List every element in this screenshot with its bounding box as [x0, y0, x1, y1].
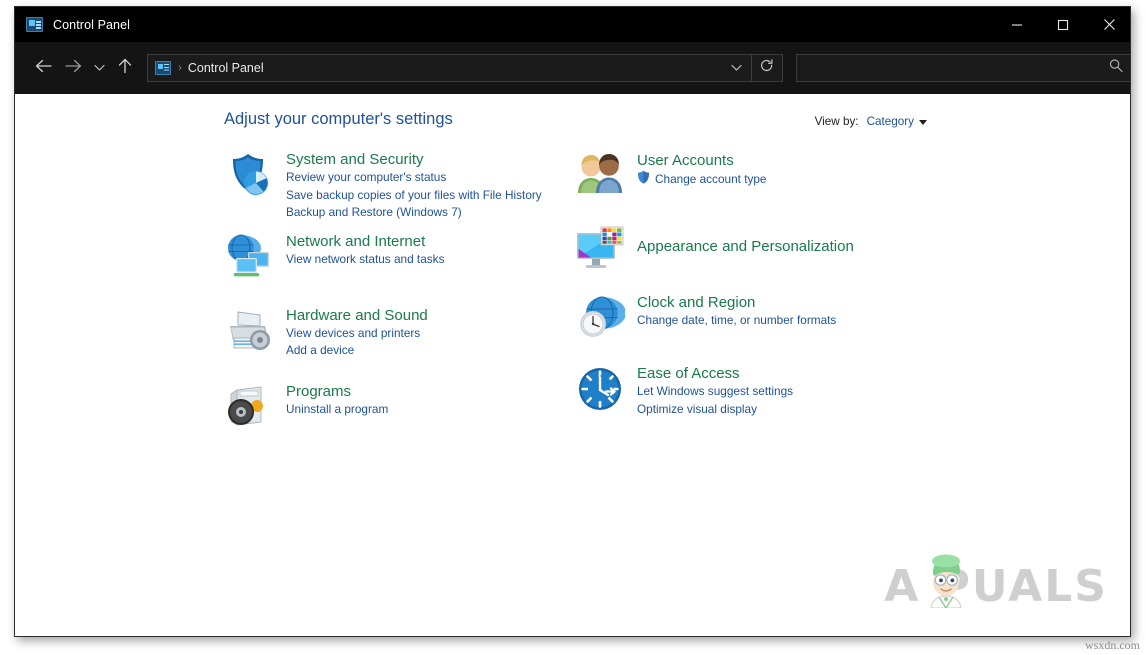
category-title[interactable]: Appearance and Personalization: [637, 223, 935, 271]
control-panel-window: Control Panel › Control Panel Adjust you…: [14, 6, 1131, 637]
back-arrow-icon: [35, 59, 52, 78]
view-by-selected: Category: [866, 115, 914, 128]
recent-locations-button[interactable]: [89, 53, 111, 83]
close-button[interactable]: [1086, 7, 1130, 42]
category-links: View devices and printers Add a device: [286, 325, 564, 360]
search-icon: [1109, 59, 1123, 78]
forward-button[interactable]: [59, 53, 89, 83]
control-panel-icon: [155, 61, 172, 75]
category-programs[interactable]: Programs Uninstall a program: [224, 382, 564, 434]
refresh-icon: [760, 58, 774, 78]
chevron-down-icon: [94, 59, 105, 77]
printer-speaker-icon: [224, 306, 274, 356]
page-title: Adjust your computer's settings: [224, 110, 453, 128]
search-input[interactable]: [805, 61, 1106, 75]
window-controls: [994, 7, 1130, 42]
category-title[interactable]: Network and Internet: [286, 232, 564, 251]
two-people-icon: [575, 151, 625, 201]
category-link[interactable]: Review your computer's status: [286, 169, 564, 187]
category-link[interactable]: Optimize visual display: [637, 401, 935, 419]
category-link[interactable]: Let Windows suggest settings: [637, 383, 935, 401]
minimize-button[interactable]: [994, 7, 1040, 42]
mascot-icon: [920, 552, 972, 610]
category-link[interactable]: Save backup copies of your files with Fi…: [286, 187, 564, 205]
category-title[interactable]: User Accounts: [637, 151, 935, 170]
close-icon: [1103, 18, 1116, 31]
maximize-button[interactable]: [1040, 7, 1086, 42]
category-ease-of-access[interactable]: Ease of Access Let Windows suggest setti…: [575, 364, 935, 418]
breadcrumb-separator: ›: [178, 62, 182, 74]
category-links: Review your computer's status Save backu…: [286, 169, 564, 222]
left-column: System and Security Review your computer…: [224, 150, 564, 434]
address-dropdown-button[interactable]: [722, 55, 753, 81]
category-links: View network status and tasks: [286, 251, 564, 269]
uac-shield-icon: [637, 170, 650, 190]
category-link[interactable]: Backup and Restore (Windows 7): [286, 204, 564, 222]
search-box[interactable]: [796, 54, 1130, 82]
minimize-icon: [1011, 19, 1023, 31]
ease-of-access-icon: [575, 364, 625, 414]
category-link[interactable]: Change date, time, or number formats: [637, 312, 935, 330]
monitor-palette-icon: [575, 223, 625, 273]
refresh-button[interactable]: [752, 55, 782, 81]
category-clock-and-region[interactable]: Clock and Region Change date, time, or n…: [575, 293, 935, 345]
caret-down-icon: [919, 119, 927, 125]
category-link[interactable]: View devices and printers: [286, 325, 564, 343]
category-title[interactable]: Ease of Access: [637, 364, 935, 383]
up-button[interactable]: [110, 53, 140, 83]
category-system-and-security[interactable]: System and Security Review your computer…: [224, 150, 564, 222]
category-link[interactable]: Uninstall a program: [286, 401, 564, 419]
category-title[interactable]: Hardware and Sound: [286, 306, 564, 325]
category-links: Change date, time, or number formats: [637, 312, 935, 330]
maximize-icon: [1057, 19, 1069, 31]
right-column: User Accounts Change account type Appear…: [575, 151, 935, 418]
site-watermark: wsxdn.com: [1085, 638, 1140, 652]
control-panel-icon: [26, 17, 43, 32]
content-area: Adjust your computer's settings View by:…: [15, 94, 1130, 636]
globe-monitors-icon: [224, 232, 274, 282]
category-title[interactable]: Programs: [286, 382, 564, 401]
category-network-and-internet[interactable]: Network and Internet View network status…: [224, 232, 564, 284]
category-title[interactable]: Clock and Region: [637, 293, 935, 312]
category-link[interactable]: Add a device: [286, 342, 564, 360]
watermark-text: A PUALS: [884, 561, 1108, 612]
category-link[interactable]: View network status and tasks: [286, 251, 564, 269]
chevron-down-icon: [731, 59, 742, 77]
screenshot-root: Control Panel › Control Panel Adjust you…: [0, 0, 1146, 655]
globe-clock-icon: [575, 293, 626, 343]
watermark: A PUALS: [884, 554, 1108, 612]
address-bar-row: › Control Panel: [15, 42, 1130, 94]
window-title: Control Panel: [53, 17, 131, 32]
address-bar-actions: [722, 55, 782, 81]
category-links: Uninstall a program: [286, 401, 564, 419]
category-links: Change account type: [637, 170, 935, 190]
category-hardware-and-sound[interactable]: Hardware and Sound View devices and prin…: [224, 306, 564, 360]
shield-chart-icon: [224, 150, 274, 200]
category-link-row[interactable]: Change account type: [637, 170, 935, 190]
view-by-value[interactable]: Category: [867, 115, 927, 128]
category-links: Let Windows suggest settings Optimize vi…: [637, 383, 935, 418]
category-user-accounts[interactable]: User Accounts Change account type: [575, 151, 935, 203]
category-appearance-and-personalization[interactable]: Appearance and Personalization: [575, 223, 935, 275]
back-button[interactable]: [29, 53, 59, 83]
address-bar[interactable]: › Control Panel: [147, 54, 784, 82]
title-bar: Control Panel: [15, 7, 1130, 42]
programs-disc-icon: [224, 382, 274, 432]
view-by-control: View by: Category: [815, 115, 927, 128]
breadcrumb-control-panel[interactable]: Control Panel: [188, 61, 264, 75]
category-link: Change account type: [655, 172, 767, 186]
up-arrow-icon: [118, 58, 132, 79]
category-title[interactable]: System and Security: [286, 150, 564, 169]
forward-arrow-icon: [65, 59, 82, 78]
view-by-label: View by:: [814, 115, 859, 128]
